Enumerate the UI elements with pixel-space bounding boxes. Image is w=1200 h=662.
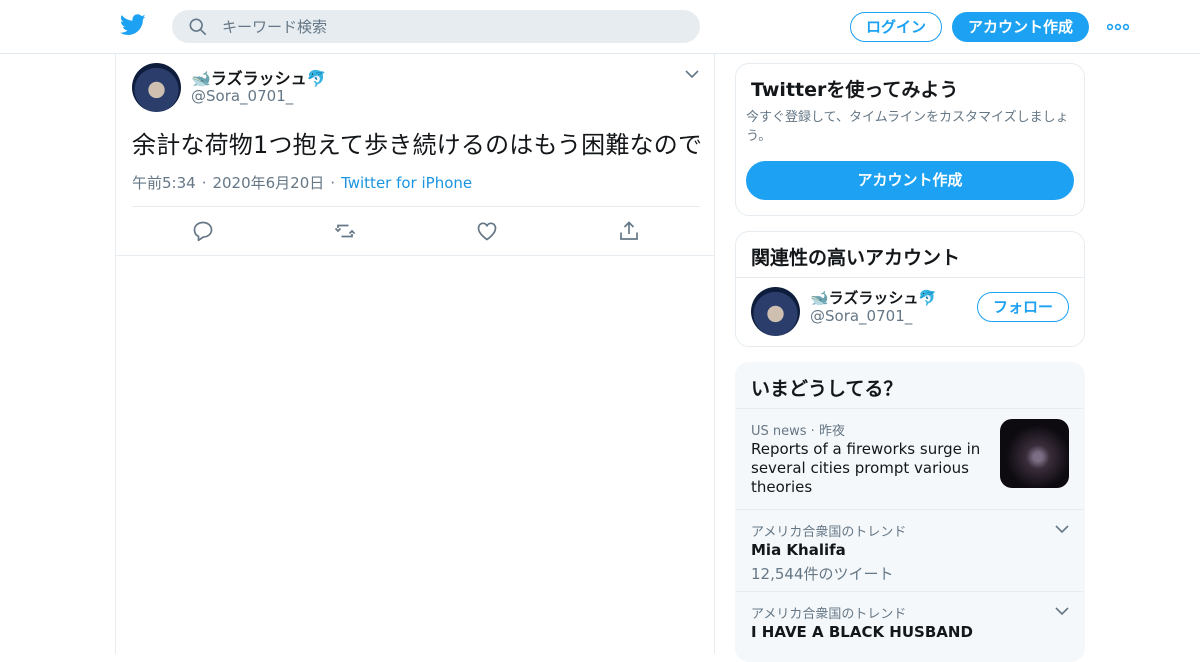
trend-title[interactable]: Reports of a fireworks surge in several … — [751, 440, 981, 497]
trend-category: アメリカ合衆国のトレンド — [751, 525, 907, 540]
more-icon[interactable] — [1107, 22, 1129, 32]
search-box[interactable] — [172, 10, 700, 43]
divider — [736, 277, 1084, 278]
separator-dot: · — [330, 174, 336, 192]
related-account-handle[interactable]: @Sora_0701_ — [810, 307, 912, 325]
tweet-column: 🐋ラズラッシュ🐬 @Sora_0701_ 余計な荷物1つ抱えて歩き続けるのはもう… — [115, 54, 715, 654]
divider — [116, 255, 714, 256]
follow-button[interactable]: フォロー — [977, 292, 1069, 322]
trend-item[interactable]: アメリカ合衆国のトレンド Mia Khalifa 12,544件のツイート — [736, 509, 1084, 591]
trend-category: アメリカ合衆国のトレンド — [751, 607, 907, 622]
trends-card: いまどうしてる？ US news · 昨夜 Reports of a firew… — [735, 362, 1085, 662]
trends-card-title: いまどうしてる？ — [751, 378, 903, 400]
related-accounts-card: 関連性の高いアカウント 🐋ラズラッシュ🐬 @Sora_0701_ フォロー — [735, 231, 1085, 347]
trend-title[interactable]: Mia Khalifa — [751, 541, 846, 559]
search-input[interactable] — [222, 10, 682, 43]
twitter-bird-icon[interactable] — [120, 14, 146, 36]
login-button[interactable]: ログイン — [850, 12, 942, 42]
user-handle[interactable]: @Sora_0701_ — [191, 87, 293, 105]
divider — [132, 206, 700, 207]
signup-card: Twitterを使ってみよう 今すぐ登録して、タイムラインをカスタマイズしましょ… — [735, 63, 1085, 216]
tweet-source-link[interactable]: Twitter for iPhone — [341, 174, 472, 192]
trend-thumbnail[interactable] — [1000, 419, 1069, 488]
signup-card-subtitle: 今すぐ登録して、タイムラインをカスタマイズしましょう。 — [746, 110, 1069, 144]
tweet-meta: 午前5:34 · 2020年6月20日 · Twitter for iPhone — [132, 172, 472, 193]
signup-button[interactable]: アカウント作成 — [952, 12, 1089, 42]
tweet-actions — [116, 219, 714, 243]
share-icon[interactable] — [617, 219, 641, 243]
tweet-date[interactable]: 2020年6月20日 — [212, 174, 324, 192]
chevron-down-icon[interactable] — [1055, 524, 1069, 534]
tweet-time[interactable]: 午前5:34 — [132, 174, 196, 192]
trend-item[interactable]: アメリカ合衆国のトレンド I HAVE A BLACK HUSBAND — [736, 591, 1084, 661]
related-card-title: 関連性の高いアカウント — [751, 247, 961, 269]
display-name[interactable]: 🐋ラズラッシュ🐬 — [191, 65, 327, 89]
search-icon — [189, 18, 207, 36]
like-icon[interactable] — [475, 219, 499, 243]
trend-tweet-count: 12,544件のツイート — [751, 565, 894, 583]
chevron-down-icon[interactable] — [685, 69, 699, 79]
avatar[interactable] — [751, 287, 800, 336]
top-bar: ログイン アカウント作成 — [0, 0, 1200, 54]
avatar[interactable] — [132, 63, 181, 112]
chevron-down-icon[interactable] — [1055, 606, 1069, 616]
trend-item[interactable]: US news · 昨夜 Reports of a fireworks surg… — [736, 408, 1084, 509]
tweet-text: 余計な荷物1つ抱えて歩き続けるのはもう困難なので — [132, 131, 703, 159]
signup-card-title: Twitterを使ってみよう — [751, 79, 959, 101]
create-account-button[interactable]: アカウント作成 — [746, 161, 1074, 200]
separator-dot: · — [201, 174, 207, 192]
related-account-name[interactable]: 🐋ラズラッシュ🐬 — [810, 287, 937, 308]
retweet-icon[interactable] — [333, 219, 357, 243]
reply-icon[interactable] — [191, 219, 215, 243]
trend-title[interactable]: I HAVE A BLACK HUSBAND — [751, 623, 973, 641]
trend-category: US news · 昨夜 — [751, 424, 845, 439]
